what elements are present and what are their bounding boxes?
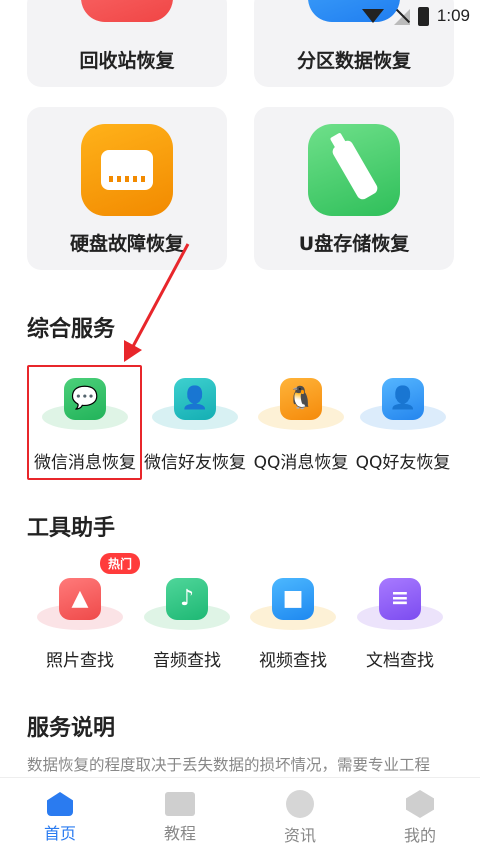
bottom-nav: 首页 教程 资讯 我的 bbox=[0, 777, 480, 853]
status-bar: 1:09 bbox=[320, 0, 480, 32]
nav-news[interactable]: 资讯 bbox=[240, 778, 360, 853]
tool-audio-finder[interactable]: ♪ 音频查找 bbox=[132, 570, 242, 671]
news-icon bbox=[286, 790, 314, 818]
folder-icon bbox=[165, 792, 195, 816]
nav-profile[interactable]: 我的 bbox=[360, 778, 480, 853]
home-icon bbox=[47, 792, 73, 816]
music-icon: ♪ bbox=[166, 578, 208, 620]
status-time: 1:09 bbox=[436, 6, 470, 25]
video-icon: ■ bbox=[272, 578, 314, 620]
tool-photo-finder[interactable]: ▲ 照片查找 bbox=[25, 570, 135, 671]
tool-video-finder[interactable]: ■ 视频查找 bbox=[238, 570, 348, 671]
section-title-tools: 工具助手 bbox=[27, 516, 116, 541]
nav-home[interactable]: 首页 bbox=[0, 778, 120, 853]
section-title-service-notes: 服务说明 bbox=[27, 716, 116, 741]
nav-label: 资讯 bbox=[283, 826, 316, 845]
document-icon: ≡ bbox=[379, 578, 421, 620]
photo-icon: ▲ bbox=[59, 578, 101, 620]
nav-label: 首页 bbox=[43, 824, 76, 843]
profile-icon bbox=[406, 790, 434, 818]
no-signal-icon bbox=[392, 7, 410, 25]
nav-tutorial[interactable]: 教程 bbox=[120, 778, 240, 853]
nav-label: 教程 bbox=[163, 824, 196, 843]
wifi-icon bbox=[361, 9, 384, 23]
tool-label: 文档查找 bbox=[366, 651, 434, 671]
tool-document-finder[interactable]: ≡ 文档查找 bbox=[345, 570, 455, 671]
service-notes-text: 数据恢复的程度取决于丢失数据的损坏情况，需要专业工程 bbox=[27, 756, 431, 774]
nav-label: 我的 bbox=[403, 826, 436, 845]
battery-icon bbox=[417, 6, 429, 26]
